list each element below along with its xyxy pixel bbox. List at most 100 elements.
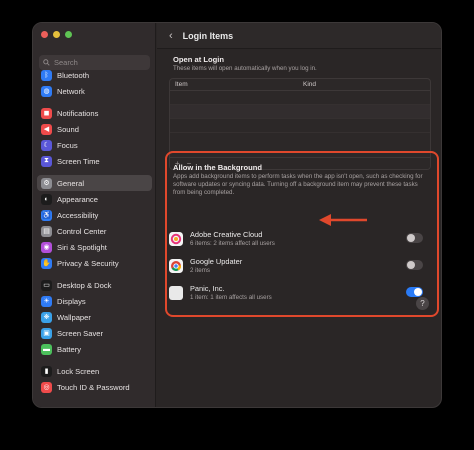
speaker-icon: ◀ — [41, 123, 52, 135]
sidebar: Search ᛒ Bluetooth ◍ Network ◼ Notifications ◀… — [33, 23, 156, 407]
globe-icon: ◍ — [41, 85, 52, 97]
toolbar: ‹ Login Items — [157, 23, 441, 49]
bluetooth-icon: ᛒ — [41, 69, 52, 81]
search-placeholder: Search — [54, 58, 78, 67]
background-toggle[interactable] — [406, 260, 423, 270]
display-icon: ☀ — [41, 295, 52, 307]
panic-icon — [169, 285, 183, 300]
bell-icon: ◼ — [41, 107, 52, 119]
table-row — [170, 105, 430, 119]
sidebar-item-label: Privacy & Security — [57, 258, 119, 268]
sidebar-item-label: Appearance — [57, 194, 98, 204]
sidebar-item-label: Notifications — [57, 108, 99, 118]
background-toggle[interactable] — [406, 233, 423, 243]
close-button[interactable] — [41, 31, 48, 38]
sidebar-item-label: Lock Screen — [57, 366, 100, 376]
background-description: Apps add background items to perform tas… — [173, 173, 423, 196]
app-name: Google Updater — [190, 256, 243, 266]
sidebar-item-screen-time[interactable]: ⧗ Screen Time — [33, 153, 156, 169]
sidebar-item-label: Bluetooth — [57, 70, 90, 80]
chrome-icon — [169, 258, 183, 273]
search-icon — [43, 59, 50, 66]
app-name: Panic, Inc. — [190, 283, 225, 293]
sidebar-item-desktop-dock[interactable]: ▭ Desktop & Dock — [33, 277, 156, 293]
column-item[interactable]: Item — [170, 81, 303, 88]
sidebar-item-screen-saver[interactable]: ▣ Screen Saver — [33, 325, 156, 341]
sidebar-item-notifications[interactable]: ◼ Notifications — [33, 105, 156, 121]
sidebar-item-label: Control Center — [57, 226, 107, 236]
sidebar-item-label: Desktop & Dock — [57, 280, 112, 290]
background-item: Panic, Inc. 1 item: 1 item affects all us… — [169, 279, 431, 306]
siri-icon: ◉ — [41, 241, 52, 253]
sidebar-item-displays[interactable]: ☀ Displays — [33, 293, 156, 309]
background-toggle[interactable] — [406, 287, 423, 297]
app-meta: 2 items — [190, 266, 210, 274]
sidebar-item-label: Battery — [57, 344, 82, 354]
open-at-login-title: Open at Login — [173, 55, 225, 64]
sidebar-item-network[interactable]: ◍ Network — [33, 83, 156, 99]
toggle-knob — [407, 261, 415, 269]
sidebar-item-battery[interactable]: ▬ Battery — [33, 341, 156, 357]
app-name: Adobe Creative Cloud — [190, 229, 263, 239]
sidebar-item-control-center[interactable]: ▤ Control Center — [33, 223, 156, 239]
app-meta: 1 item: 1 item affects all users — [190, 293, 272, 301]
sidebar-item-wallpaper[interactable]: ❋ Wallpaper — [33, 309, 156, 325]
dock-icon: ▭ — [41, 279, 52, 291]
sidebar-item-siri-spotlight[interactable]: ◉ Siri & Spotlight — [33, 239, 156, 255]
accessibility-icon: ♿ — [41, 209, 52, 221]
help-button[interactable]: ? — [416, 297, 429, 310]
sidebar-item-lock-screen[interactable]: ▮ Lock Screen — [33, 363, 156, 379]
table-header: Item Kind — [170, 79, 430, 91]
sidebar-item-label: Siri & Spotlight — [57, 242, 107, 252]
background-item: Google Updater 2 items — [169, 252, 431, 279]
table-row — [170, 119, 430, 133]
window-controls — [41, 31, 72, 38]
toggle-knob — [407, 234, 415, 242]
sidebar-item-touch-id-password[interactable]: ◎ Touch ID & Password — [33, 379, 156, 395]
screensaver-icon: ▣ — [41, 327, 52, 339]
sidebar-item-focus[interactable]: ☾ Focus — [33, 137, 156, 153]
column-kind[interactable]: Kind — [303, 81, 316, 88]
fingerprint-icon: ◎ — [41, 381, 52, 393]
battery-icon: ▬ — [41, 343, 52, 355]
app-meta: 6 items: 2 items affect all users — [190, 239, 275, 247]
control-center-icon: ▤ — [41, 225, 52, 237]
hand-icon: ✋ — [41, 257, 52, 269]
gear-icon: ⚙ — [41, 177, 52, 189]
wallpaper-icon: ❋ — [41, 311, 52, 323]
background-item: Adobe Creative Cloud 6 items: 2 items aff… — [169, 225, 431, 252]
appearance-icon: ◐ — [41, 193, 52, 205]
open-at-login-subtitle: These items will open automatically when… — [173, 65, 317, 72]
table-row — [170, 91, 430, 105]
sidebar-item-label: Accessibility — [57, 210, 99, 220]
lock-icon: ▮ — [41, 365, 52, 377]
sidebar-item-privacy-security[interactable]: ✋ Privacy & Security — [33, 255, 156, 271]
sidebar-item-accessibility[interactable]: ♿ Accessibility — [33, 207, 156, 223]
sidebar-item-label: Network — [57, 86, 85, 96]
sidebar-item-bluetooth[interactable]: ᛒ Bluetooth — [33, 67, 156, 83]
sidebar-item-general[interactable]: ⚙ General — [37, 175, 152, 191]
arrow-annotation — [319, 214, 367, 226]
sidebar-item-label: Touch ID & Password — [57, 382, 130, 392]
sidebar-item-label: Displays — [57, 296, 86, 306]
sidebar-item-label: Screen Saver — [57, 328, 104, 338]
hourglass-icon: ⧗ — [41, 155, 52, 167]
sidebar-item-label: Focus — [57, 140, 78, 150]
settings-window: Search ᛒ Bluetooth ◍ Network ◼ Notifications ◀… — [32, 22, 442, 408]
main-pane: ‹ Login Items Open at Login These items … — [157, 23, 441, 407]
background-title: Allow in the Background — [173, 163, 263, 172]
creative-cloud-icon — [169, 231, 183, 246]
sidebar-item-label: Screen Time — [57, 156, 100, 166]
sidebar-list: ᛒ Bluetooth ◍ Network ◼ Notifications ◀ Sound ☾ F… — [33, 67, 156, 395]
sidebar-item-label: Wallpaper — [57, 312, 91, 322]
sidebar-item-appearance[interactable]: ◐ Appearance — [33, 191, 156, 207]
sidebar-item-sound[interactable]: ◀ Sound — [33, 121, 156, 137]
sidebar-item-label: Sound — [57, 124, 79, 134]
minimize-button[interactable] — [53, 31, 60, 38]
back-button[interactable]: ‹ — [169, 30, 173, 42]
sidebar-item-label: General — [57, 178, 85, 188]
toggle-knob — [414, 288, 422, 296]
page-title: Login Items — [182, 30, 234, 41]
moon-icon: ☾ — [41, 139, 52, 151]
zoom-button[interactable] — [65, 31, 72, 38]
